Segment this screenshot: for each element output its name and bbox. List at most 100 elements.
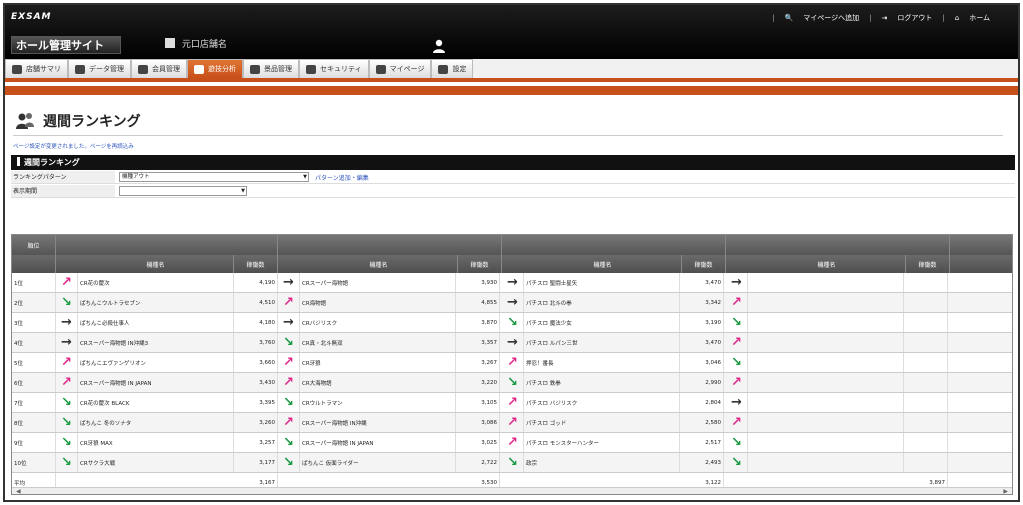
title-divider	[13, 135, 1003, 136]
tab-members[interactable]: 会員管理	[131, 59, 187, 78]
period-select[interactable]	[119, 186, 247, 196]
machine-name[interactable]: 政宗	[524, 453, 680, 472]
machine-name[interactable]: ぱちんこ必殺仕事人	[78, 313, 234, 332]
tab-store-summary[interactable]: 店舗サマリ	[5, 59, 68, 78]
tab-settings[interactable]: 設定	[431, 59, 474, 78]
machine-name[interactable]: パチスロ 魔法少女	[524, 313, 680, 332]
tab-prizes[interactable]: 景品管理	[243, 59, 299, 78]
trend-up-icon: ↗	[726, 413, 748, 432]
rank-cell: 6位	[12, 373, 56, 392]
week-header[interactable]	[278, 235, 502, 255]
machine-name[interactable]	[748, 273, 904, 292]
breadcrumb	[5, 86, 1018, 95]
name-col: 機種名	[748, 255, 906, 273]
add-mypage-link[interactable]: マイページへ追加	[803, 13, 859, 23]
trend-flat-icon: →	[278, 273, 300, 292]
trend-down-icon: ↘	[726, 353, 748, 372]
machine-name[interactable]: パチスロ 北斗の拳	[524, 293, 680, 312]
machine-name[interactable]: CRウルトラマン	[300, 393, 456, 412]
machine-name[interactable]: パチスロ モンスターハンター	[524, 433, 680, 452]
machine-name[interactable]: パチスロ ゴッド	[524, 413, 680, 432]
machine-name[interactable]	[748, 373, 904, 392]
scroll-left-icon[interactable]: ◀	[16, 488, 21, 494]
machine-value: 3,267	[456, 353, 500, 372]
machine-name[interactable]: ぱちんこ 冬のソナタ	[78, 413, 234, 432]
machine-name[interactable]: パチスロ ルパン三世	[524, 333, 680, 352]
tab-data[interactable]: データ管理	[68, 59, 131, 78]
machine-value: 4,180	[234, 313, 278, 332]
machine-name[interactable]: ぱちんこエヴァンゲリオン	[78, 353, 234, 372]
machine-name[interactable]	[748, 293, 904, 312]
machine-name[interactable]: ぱちんこ 仮面ライダー	[300, 453, 456, 472]
name-col: 機種名	[524, 255, 682, 273]
home-icon: ⌂	[954, 14, 960, 22]
machine-name[interactable]: パチスロ バジリスク	[524, 393, 680, 412]
main-nav: 店舗サマリ データ管理 会員管理 遊技分析 景品管理 セキュリティ マイページ …	[5, 59, 1018, 82]
week-header[interactable]	[56, 235, 278, 255]
machine-name[interactable]: CRスーパー海物語 IN沖縄3	[78, 333, 234, 352]
scroll-right-icon[interactable]: ▶	[1003, 488, 1008, 494]
machine-name[interactable]	[748, 433, 904, 452]
machine-name[interactable]: CR花の慶次	[78, 273, 234, 292]
tab-mypage[interactable]: マイページ	[368, 59, 432, 78]
logout-link[interactable]: ログアウト	[897, 13, 932, 23]
machine-name[interactable]: 押忍！番長	[524, 353, 680, 372]
pattern-edit-link[interactable]: パターン追加・編集	[315, 173, 369, 182]
machine-name[interactable]	[748, 453, 904, 472]
trend-up-icon: ↗	[278, 353, 300, 372]
rank-cell: 9位	[12, 433, 56, 452]
trend-up-icon: ↗	[278, 293, 300, 312]
trend-up-icon: ↗	[502, 433, 524, 452]
app-window: EXSAM ホール管理サイト 元口店舗名 | 🔍 マイページへ追加 | ⇥ ログ…	[3, 3, 1020, 502]
machine-value: 3,760	[234, 333, 278, 352]
machine-name[interactable]: CRスーパー海物語 IN沖縄	[300, 413, 456, 432]
machine-name[interactable]	[748, 353, 904, 372]
pattern-select[interactable]: 機種アウト	[119, 172, 309, 182]
machine-name[interactable]: CR海物語	[300, 293, 456, 312]
horizontal-scrollbar[interactable]: ◀ ▶	[12, 487, 1012, 494]
machine-value	[904, 433, 948, 452]
machine-name[interactable]	[748, 393, 904, 412]
machine-name[interactable]: CRスーパー海物語 IN JAPAN	[300, 433, 456, 452]
rank-cell: 8位	[12, 413, 56, 432]
trend-down-icon: ↘	[56, 453, 78, 472]
machine-value	[904, 293, 948, 312]
machine-value: 3,046	[680, 353, 724, 372]
machine-value	[904, 313, 948, 332]
ranking-table: 順位 機種名 稼働数 機種名 稼働数 機種名 稼働数 機種名 稼働数 1位 ↗ CR…	[11, 234, 1013, 495]
machine-name[interactable]: パチスロ 鉄拳	[524, 373, 680, 392]
table-row: 1位 ↗ CR花の慶次 4,190 → CRスーパー海物語 3,930 → パチスロ 聖闘士星矢…	[12, 273, 1012, 293]
prize-icon	[250, 64, 260, 74]
machine-name[interactable]: CRサクラ大戦	[78, 453, 234, 472]
machine-name[interactable]	[748, 313, 904, 332]
machine-name[interactable]	[748, 333, 904, 352]
trend-down-icon: ↘	[726, 313, 748, 332]
home-link[interactable]: ホーム	[969, 13, 990, 23]
machine-name[interactable]: パチスロ 聖闘士星矢	[524, 273, 680, 292]
week-header[interactable]	[726, 235, 950, 255]
page-title-text: 週間ランキング	[43, 114, 141, 130]
machine-name[interactable]: CR花の慶次 BLACK	[78, 393, 234, 412]
machine-name[interactable]	[748, 413, 904, 432]
mypage-icon	[375, 64, 386, 74]
table-subheader: 機種名 稼働数 機種名 稼働数 機種名 稼働数 機種名 稼働数	[12, 255, 1012, 273]
machine-name[interactable]: CR真・北斗無双	[300, 333, 456, 352]
machine-name[interactable]: CR牙狼 MAX	[78, 433, 234, 452]
tab-security[interactable]: セキュリティ	[299, 59, 369, 78]
machine-name[interactable]: CRスーパー海物語 IN JAPAN	[78, 373, 234, 392]
machine-value: 3,395	[234, 393, 278, 412]
machine-name[interactable]: CRバジリスク	[300, 313, 456, 332]
machine-name[interactable]: CR牙狼	[300, 353, 456, 372]
trend-up-icon: ↗	[278, 373, 300, 392]
user-icon[interactable]	[432, 39, 446, 53]
summary-icon	[12, 64, 22, 74]
reload-notice[interactable]: ページ設定が変更されました。ページを再読込み	[13, 142, 134, 150]
tab-analysis[interactable]: 遊技分析	[187, 59, 243, 78]
value-col: 稼働数	[234, 255, 278, 273]
section-header: 週間ランキング	[11, 155, 1015, 170]
machine-name[interactable]: CRスーパー海物語	[300, 273, 456, 292]
week-header[interactable]	[502, 235, 726, 255]
site-title[interactable]: ホール管理サイト	[11, 36, 121, 54]
machine-name[interactable]: CR大海物語	[300, 373, 456, 392]
machine-name[interactable]: ぱちんこウルトラセブン	[78, 293, 234, 312]
